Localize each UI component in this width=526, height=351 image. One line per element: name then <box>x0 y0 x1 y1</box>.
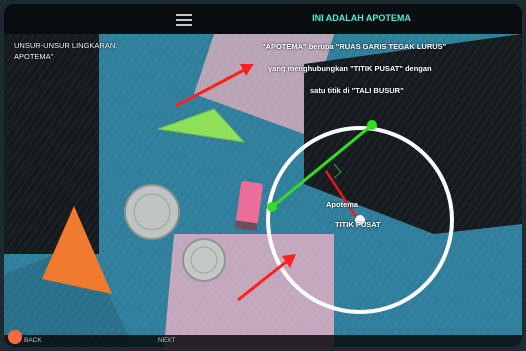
description-line-2: yang menghubungkan "TITIK PUSAT" dengan <box>268 64 432 73</box>
hamburger-menu-icon[interactable] <box>176 14 192 26</box>
camera-scene <box>4 34 522 347</box>
coin-large <box>124 184 180 240</box>
chord-endpoint-right <box>367 120 377 130</box>
bottom-nav-bar: BACK NEXT <box>4 335 522 347</box>
next-button[interactable]: NEXT <box>158 337 175 344</box>
chord-endpoint-left <box>267 202 277 212</box>
coin-small <box>182 238 226 282</box>
description-line-1: "APOTEMA" berupa "RUAS GARIS TEGAK LURUS… <box>262 42 447 51</box>
top-bar: INI ADALAH APOTEMA <box>4 4 522 34</box>
description-line-3: satu titik di "TALI BUSUR" <box>310 86 404 95</box>
apotema-label: Apotema <box>326 200 359 209</box>
page-title: INI ADALAH APOTEMA <box>312 13 411 23</box>
section-label: UNSUR-UNSUR LINGKARAN: APOTEMA" <box>14 41 118 61</box>
ar-camera-view: INI ADALAH APOTEMA UNSUR-UNSUR LINGKARAN… <box>4 4 522 347</box>
fabric-texture <box>4 34 522 347</box>
center-point-label: TITIK PUSAT <box>335 220 381 229</box>
home-dot-icon[interactable] <box>8 330 22 344</box>
back-button[interactable]: BACK <box>24 337 42 344</box>
scene-graphics <box>4 34 522 347</box>
